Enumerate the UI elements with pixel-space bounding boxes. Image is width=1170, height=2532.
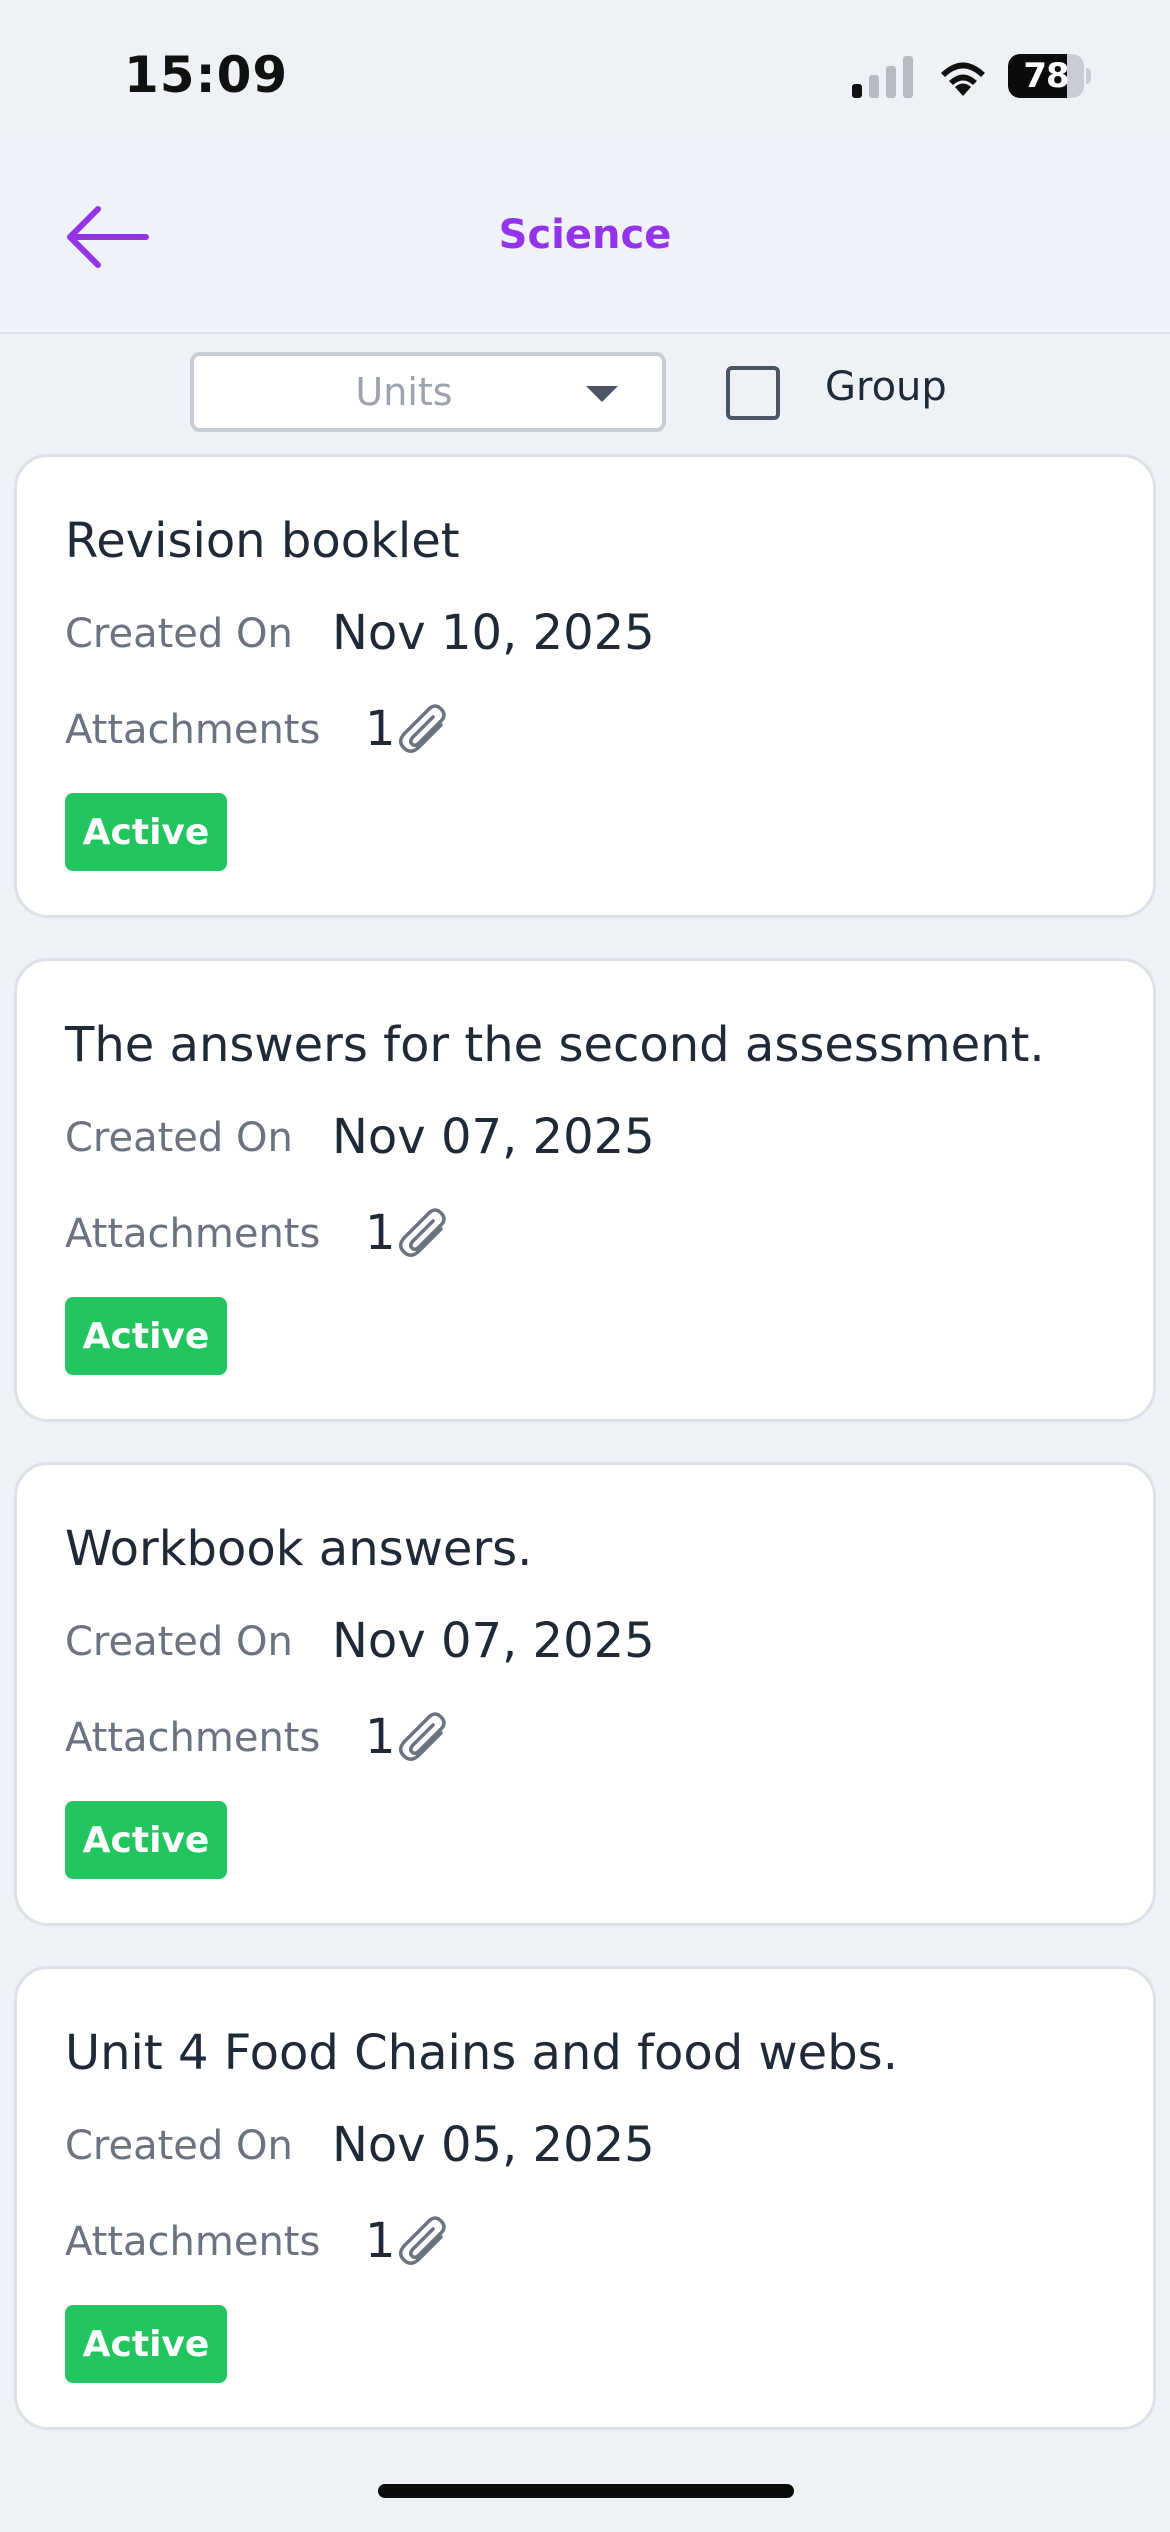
attachments-count: 1 (365, 2213, 396, 2269)
status-badge: Active (65, 1801, 227, 1879)
paperclip-icon[interactable] (395, 1711, 455, 1769)
attachments-count: 1 (365, 1205, 396, 1261)
caret-down-icon (586, 386, 618, 402)
screen: 15:09 78 Science Units Group Revision bo… (0, 0, 1170, 2532)
attachments-label: Attachments (65, 707, 321, 753)
created-on-label: Created On (65, 611, 293, 657)
attachments-label: Attachments (65, 2219, 321, 2265)
item-title: Unit 4 Food Chains and food webs. (65, 2025, 898, 2081)
item-title: Workbook answers. (65, 1521, 533, 1577)
created-on-value: Nov 07, 2025 (332, 1613, 655, 1669)
created-on-value: Nov 10, 2025 (332, 605, 655, 661)
app-header: Science (0, 140, 1170, 334)
attachments-label: Attachments (65, 1715, 321, 1761)
created-on-label: Created On (65, 2123, 293, 2169)
paperclip-icon[interactable] (395, 1207, 455, 1265)
group-checkbox[interactable] (726, 366, 780, 420)
status-badge: Active (65, 2305, 227, 2383)
status-time: 15:09 (124, 46, 289, 104)
group-checkbox-label[interactable]: Group (825, 364, 947, 410)
status-badge: Active (65, 1297, 227, 1375)
paperclip-icon[interactable] (395, 703, 455, 761)
list-item[interactable]: Unit 4 Food Chains and food webs. Create… (14, 1966, 1156, 2430)
list-item[interactable]: Workbook answers. Created On Nov 07, 202… (14, 1462, 1156, 1926)
units-dropdown-label: Units (355, 370, 453, 414)
list-item[interactable]: Revision booklet Created On Nov 10, 2025… (14, 454, 1156, 918)
page-title: Science (498, 212, 672, 258)
created-on-label: Created On (65, 1115, 293, 1161)
status-badge: Active (65, 793, 227, 871)
paperclip-icon[interactable] (395, 2215, 455, 2273)
status-bar: 15:09 78 (0, 0, 1170, 140)
battery-level: 78 (1023, 56, 1069, 96)
home-indicator[interactable] (378, 2484, 794, 2498)
created-on-value: Nov 05, 2025 (332, 2117, 655, 2173)
attachments-count: 1 (365, 1709, 396, 1765)
item-title: Revision booklet (65, 513, 460, 569)
item-title: The answers for the second assessment. (65, 1017, 1045, 1073)
created-on-label: Created On (65, 1619, 293, 1665)
units-dropdown[interactable]: Units (190, 352, 666, 432)
created-on-value: Nov 07, 2025 (332, 1109, 655, 1165)
battery-icon: 78 (1008, 54, 1091, 98)
wifi-icon (941, 62, 985, 96)
attachments-label: Attachments (65, 1211, 321, 1257)
cellular-signal-icon (852, 56, 913, 98)
attachments-count: 1 (365, 701, 396, 757)
filter-row: Units Group (0, 350, 1170, 438)
list-item[interactable]: The answers for the second assessment. C… (14, 958, 1156, 1422)
